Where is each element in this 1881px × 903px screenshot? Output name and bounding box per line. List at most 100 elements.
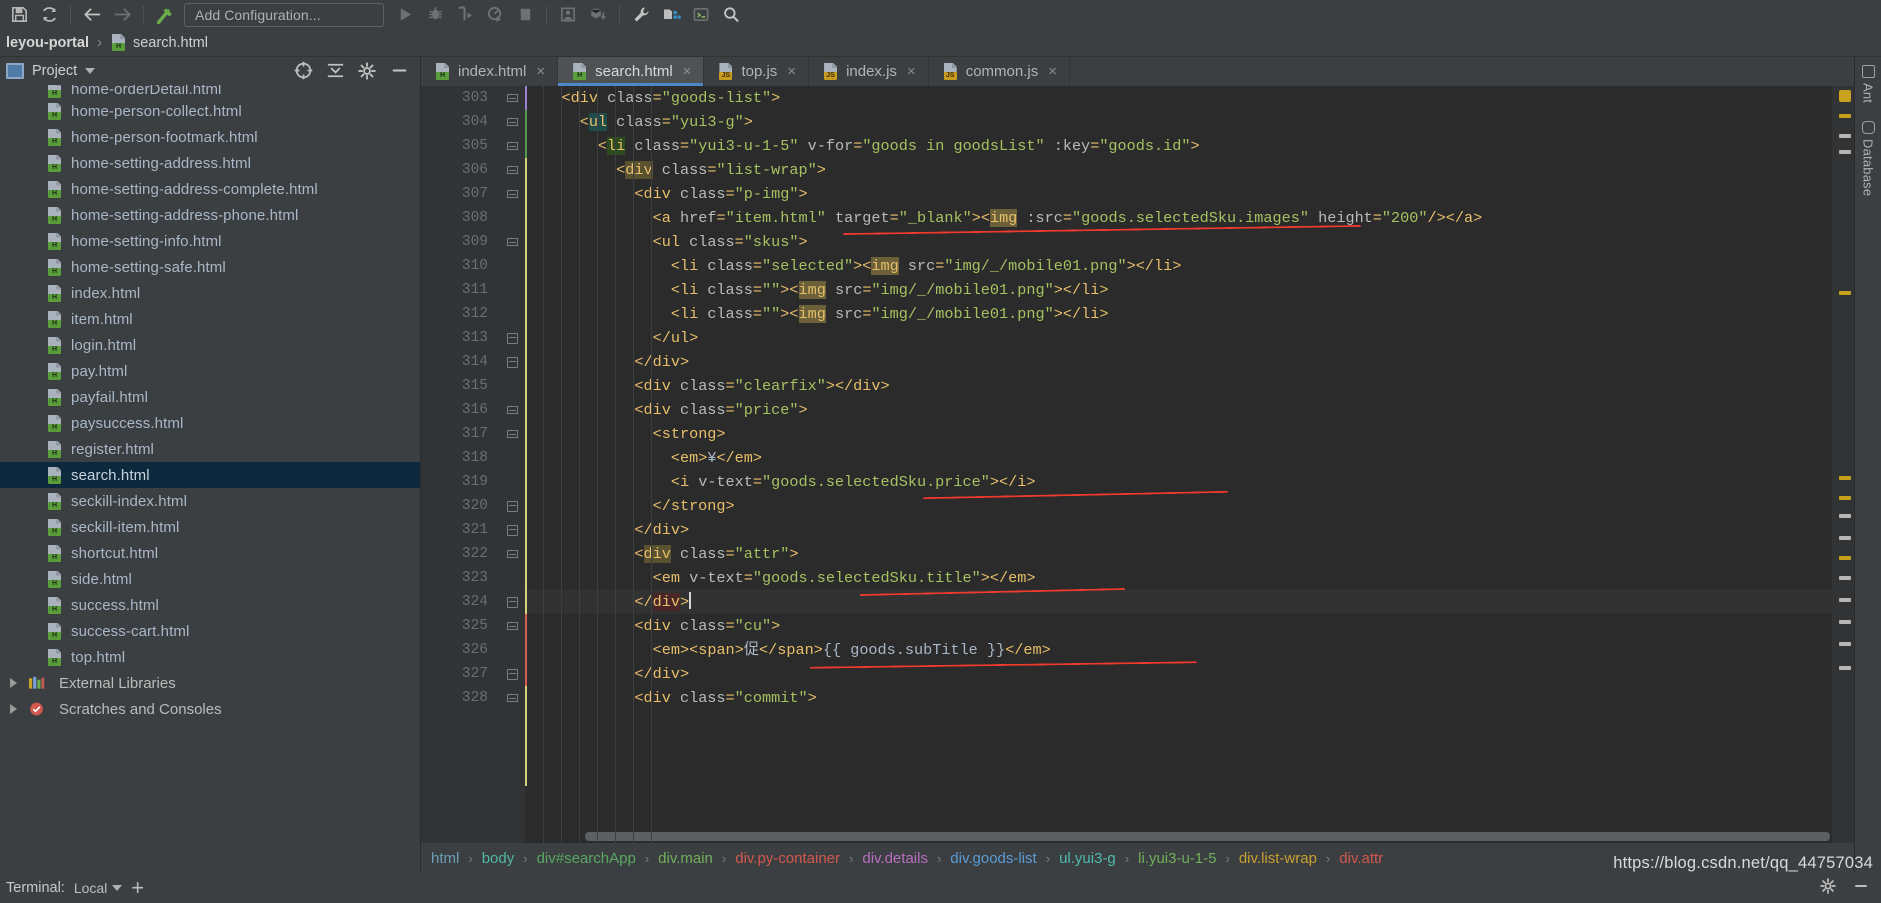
breadcrumb-item[interactable]: div.main	[656, 850, 715, 867]
fold-marker[interactable]	[499, 590, 525, 614]
fold-marker[interactable]	[499, 278, 525, 302]
stop-icon[interactable]	[510, 2, 540, 28]
file-tree-item[interactable]: Hseckill-index.html	[0, 488, 420, 514]
tool-button-database[interactable]: Database	[1861, 121, 1876, 196]
line-number[interactable]: 315	[421, 374, 499, 398]
breadcrumb-item[interactable]: html	[429, 850, 461, 867]
file-tree-item-selected[interactable]: Hsearch.html	[0, 462, 420, 488]
code-line[interactable]: <i v-text="goods.selectedSku.price"></i>	[525, 470, 1832, 494]
file-tree-item[interactable]: Hindex.html	[0, 280, 420, 306]
line-number[interactable]: 316	[421, 398, 499, 422]
file-tree-item[interactable]: Hsuccess.html	[0, 592, 420, 618]
warning-marker[interactable]	[1839, 514, 1851, 518]
line-number[interactable]: 325	[421, 614, 499, 638]
profile-icon[interactable]	[480, 2, 510, 28]
run-configuration-selector[interactable]: Add Configuration...	[184, 2, 384, 27]
editor-tab[interactable]: JS top.js ×	[704, 57, 810, 86]
code-line[interactable]: </strong>	[525, 494, 1832, 518]
line-number[interactable]: 321	[421, 518, 499, 542]
file-tree-item[interactable]: Hhome-person-collect.html	[0, 98, 420, 124]
fold-marker[interactable]	[499, 182, 525, 206]
editor-tab[interactable]: JS index.js ×	[809, 57, 929, 86]
warning-marker[interactable]	[1839, 150, 1851, 154]
breadcrumb-item[interactable]: div.goods-list	[948, 850, 1038, 867]
editor-viewport[interactable]: 303 304 305 306 307 308 309 310 311 312 313 314 315 3…	[421, 86, 1854, 843]
inspection-summary-icon[interactable]	[1839, 90, 1851, 102]
forward-arrow-icon[interactable]	[107, 2, 137, 28]
fold-marker[interactable]	[499, 422, 525, 446]
code-line[interactable]: <strong>	[525, 422, 1832, 446]
project-file-tree[interactable]: Hhome-orderDetail.html Hhome-person-colle…	[0, 84, 420, 873]
line-number[interactable]: 328	[421, 686, 499, 710]
tree-root-node[interactable]: External Libraries	[0, 670, 420, 696]
hide-icon[interactable]	[1851, 877, 1871, 899]
warning-marker[interactable]	[1839, 620, 1851, 624]
code-line[interactable]: <ul class="yui3-g">	[525, 110, 1832, 134]
warning-marker[interactable]	[1839, 536, 1851, 540]
close-icon[interactable]: ×	[907, 64, 916, 79]
code-line[interactable]: </ul>	[525, 326, 1832, 350]
line-number[interactable]: 314	[421, 350, 499, 374]
collapse-all-icon[interactable]	[320, 59, 350, 83]
line-number[interactable]: 304	[421, 110, 499, 134]
line-number[interactable]: 309	[421, 230, 499, 254]
navbar-project[interactable]: leyou-portal	[6, 35, 89, 51]
line-number[interactable]: 324	[421, 590, 499, 614]
project-structure-icon[interactable]	[656, 2, 686, 28]
settings-gear-icon[interactable]	[1819, 877, 1837, 899]
breadcrumb-item[interactable]: ul.yui3-g	[1057, 850, 1118, 867]
file-tree-item[interactable]: Hhome-setting-address-phone.html	[0, 202, 420, 228]
warning-marker[interactable]	[1839, 476, 1851, 480]
line-number[interactable]: 326	[421, 638, 499, 662]
warning-marker[interactable]	[1839, 114, 1851, 118]
file-tree-item[interactable]: Hitem.html	[0, 306, 420, 332]
file-tree-item[interactable]: Hpaysuccess.html	[0, 410, 420, 436]
close-icon[interactable]: ×	[536, 64, 545, 79]
save-icon[interactable]	[4, 2, 34, 28]
code-line[interactable]: <div class="goods-list">	[525, 86, 1832, 110]
terminal-tool-button[interactable]: Terminal: Local +	[6, 877, 144, 899]
code-line[interactable]: <div class="clearfix"></div>	[525, 374, 1832, 398]
line-number[interactable]: 305	[421, 134, 499, 158]
select-opened-file-icon[interactable]	[288, 59, 318, 83]
add-terminal-button[interactable]: +	[131, 877, 144, 899]
warning-marker[interactable]	[1839, 598, 1851, 602]
code-line[interactable]: <div class="p-img">	[525, 182, 1832, 206]
fold-marker[interactable]	[499, 86, 525, 110]
breadcrumb-item[interactable]: div.py-container	[733, 850, 842, 867]
code-line[interactable]: </div>	[525, 518, 1832, 542]
close-icon[interactable]: ×	[787, 64, 796, 79]
file-tree-item[interactable]: Hhome-person-footmark.html	[0, 124, 420, 150]
fold-marker[interactable]	[499, 446, 525, 470]
file-tree-item[interactable]: Hpayfail.html	[0, 384, 420, 410]
file-tree-item[interactable]: Hhome-setting-info.html	[0, 228, 420, 254]
file-tree-item[interactable]: Hhome-setting-address.html	[0, 150, 420, 176]
expand-arrow-icon[interactable]	[10, 704, 17, 714]
code-line[interactable]: <em><span>促</span>{{ goods.subTitle }}</…	[525, 638, 1832, 662]
tree-root-node[interactable]: Scratches and Consoles	[0, 696, 420, 722]
back-arrow-icon[interactable]	[77, 2, 107, 28]
run-anything-icon[interactable]	[686, 2, 716, 28]
line-number[interactable]: 317	[421, 422, 499, 446]
fold-marker[interactable]	[499, 566, 525, 590]
breadcrumb-item[interactable]: div.attr	[1337, 850, 1385, 867]
warning-marker[interactable]	[1839, 666, 1851, 670]
file-tree-item[interactable]: Htop.html	[0, 644, 420, 670]
fold-marker[interactable]	[499, 254, 525, 278]
build-hammer-icon[interactable]	[150, 2, 180, 28]
warning-marker[interactable]	[1839, 134, 1851, 138]
file-tree-item[interactable]: Hpay.html	[0, 358, 420, 384]
close-icon[interactable]: ×	[683, 64, 692, 79]
code-line[interactable]: </div>	[525, 662, 1832, 686]
commit-icon[interactable]	[583, 2, 613, 28]
project-title-group[interactable]: Project	[6, 62, 96, 79]
fold-marker[interactable]	[499, 158, 525, 182]
warning-marker[interactable]	[1839, 496, 1851, 500]
file-tree-item[interactable]: Hside.html	[0, 566, 420, 592]
file-tree-item[interactable]: Hlogin.html	[0, 332, 420, 358]
fold-marker[interactable]	[499, 206, 525, 230]
line-number[interactable]: 319	[421, 470, 499, 494]
editor-horizontal-scrollbar[interactable]	[585, 832, 1830, 841]
line-number[interactable]: 320	[421, 494, 499, 518]
fold-marker[interactable]	[499, 374, 525, 398]
